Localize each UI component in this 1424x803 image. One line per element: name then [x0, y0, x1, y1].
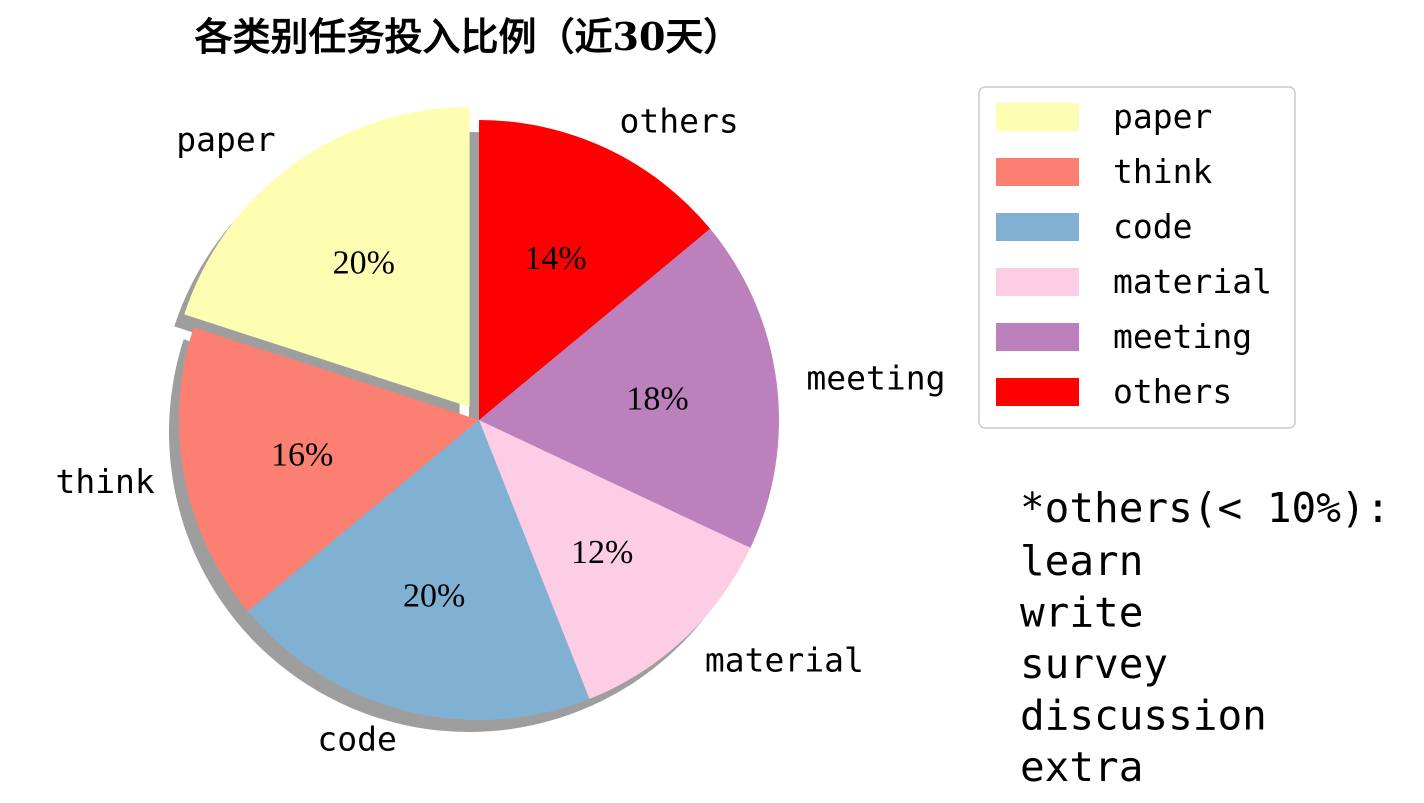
- category-label-meeting: meeting: [806, 359, 945, 398]
- chart-title: 各类别任务投入比例（近30天）: [195, 14, 742, 59]
- pct-label-others: 14%: [524, 240, 586, 277]
- legend: paper think code material meeting others: [978, 86, 1296, 429]
- legend-label-code: code: [1113, 207, 1192, 246]
- legend-swatch-paper: [996, 103, 1079, 131]
- legend-swatch-meeting: [996, 323, 1079, 351]
- legend-swatch-think: [996, 158, 1079, 186]
- pct-label-think: 16%: [271, 437, 333, 474]
- category-label-material: material: [705, 641, 864, 680]
- pct-label-code: 20%: [403, 577, 465, 614]
- legend-swatch-code: [996, 213, 1079, 241]
- category-label-think: think: [55, 462, 154, 501]
- legend-label-others: others: [1113, 372, 1232, 411]
- note-heading: *others(< 10%):: [1020, 484, 1390, 532]
- legend-label-meeting: meeting: [1113, 317, 1252, 356]
- pct-label-meeting: 18%: [626, 380, 688, 417]
- legend-label-paper: paper: [1113, 97, 1212, 136]
- legend-label-material: material: [1113, 262, 1272, 301]
- pct-label-material: 12%: [571, 534, 633, 571]
- category-label-others: others: [620, 101, 739, 140]
- note-item-discussion: discussion: [1020, 692, 1267, 740]
- category-label-code: code: [317, 720, 396, 759]
- note-item-extra: extra: [1020, 743, 1143, 791]
- note-item-survey: survey: [1020, 640, 1168, 688]
- legend-label-think: think: [1113, 152, 1212, 191]
- pct-label-paper: 20%: [333, 244, 395, 281]
- legend-swatch-material: [996, 268, 1079, 296]
- others-note: *others(< 10%): learnwritesurveydiscussi…: [1020, 484, 1390, 791]
- category-label-paper: paper: [176, 120, 275, 159]
- note-item-write: write: [1020, 589, 1143, 637]
- legend-swatch-others: [996, 378, 1079, 406]
- pie-chart: 各类别任务投入比例（近30天） 20% 16% 20% 12% 18% 14% paper…: [55, 14, 1390, 791]
- note-item-learn: learn: [1020, 537, 1143, 585]
